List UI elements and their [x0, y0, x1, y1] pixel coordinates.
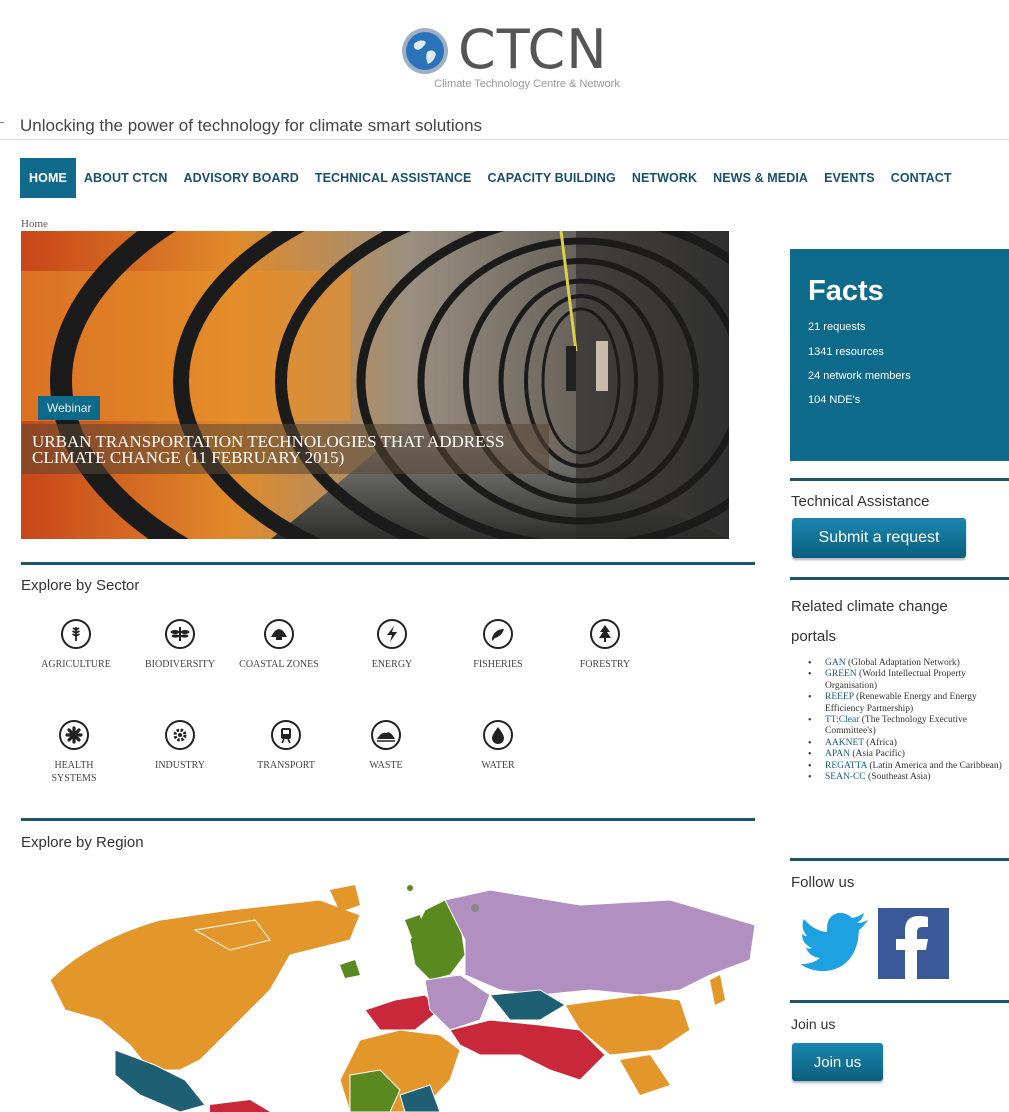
hero-title[interactable]: URBAN TRANSPORTATION TECHNOLOGIES THAT A… — [22, 424, 549, 474]
fact-requests: 21 requests — [808, 321, 866, 333]
portal-description: (Asia Pacific) — [850, 749, 905, 760]
submit-request-button[interactable]: Submit a request — [792, 518, 966, 558]
sector-agriculture[interactable]: AGRICULTURE — [36, 619, 116, 671]
facts-panel: Facts 21 requests 1341 resources 24 netw… — [790, 249, 1009, 461]
dragonfly-icon — [165, 619, 195, 649]
landfill-icon — [371, 720, 401, 750]
nav-home[interactable]: HOME — [20, 158, 76, 198]
nav-technical-assistance[interactable]: TECHNICAL ASSISTANCE — [307, 158, 480, 198]
section-divider — [21, 562, 755, 565]
portal-link[interactable]: REGATTA — [825, 761, 867, 771]
health-icon — [59, 720, 89, 750]
sector-health-systems[interactable]: HEALTH SYSTEMS — [34, 720, 114, 785]
logo-wordmark: CTCN — [458, 18, 608, 81]
sidebar-divider — [790, 478, 1009, 481]
portal-description: (Global Adaptation Network) — [845, 658, 960, 668]
hero-category-badge[interactable]: Webinar — [38, 396, 101, 420]
water-drop-icon — [483, 720, 513, 750]
lightning-icon — [377, 619, 407, 649]
list-item[interactable]: REGATTA (Latin America and the Caribbean… — [808, 760, 1009, 773]
twitter-icon[interactable] — [800, 908, 870, 978]
sector-forestry[interactable]: FORESTRY — [565, 619, 645, 671]
portal-link[interactable]: SEAN-CC — [825, 772, 866, 782]
nav-events[interactable]: EVENTS — [816, 158, 883, 198]
portal-link[interactable]: GREEN — [825, 669, 857, 679]
sector-label: ENERGY — [371, 659, 413, 670]
sector-energy[interactable]: ENERGY — [352, 619, 432, 671]
sidebar-divider — [790, 858, 1009, 861]
tagline: Unlocking the power of technology for cl… — [20, 116, 483, 135]
shell-icon — [264, 619, 294, 649]
list-item[interactable]: TT:Clear (The Technology Executive Commi… — [808, 715, 1009, 738]
logo-subtitle: Climate Technology Centre & Network — [434, 78, 620, 90]
portal-description: (Africa) — [863, 737, 897, 748]
list-item[interactable]: GREEN (World Intellectual Property Organ… — [808, 669, 1009, 692]
sidebar-divider — [790, 577, 1009, 580]
sector-label: FORESTRY — [579, 659, 631, 670]
sector-label: TRANSPORT — [257, 760, 315, 771]
section-divider — [21, 818, 755, 821]
sector-heading: Explore by Sector — [21, 577, 140, 594]
sector-fisheries[interactable]: FISHERIES — [458, 619, 538, 671]
facts-title: Facts — [808, 275, 884, 307]
fact-resources: 1341 resources — [808, 346, 884, 358]
fish-icon — [483, 619, 513, 649]
sector-label: FISHERIES — [473, 659, 523, 670]
sector-water[interactable]: WATER — [458, 720, 538, 772]
portal-link[interactable]: APAN — [825, 749, 850, 759]
gear-icon — [165, 720, 195, 750]
join-heading: Join us — [791, 1016, 836, 1032]
sector-label: WATER — [481, 760, 515, 771]
sector-label: INDUSTRY — [154, 760, 205, 771]
train-icon — [271, 720, 301, 750]
sector-label: AGRICULTURE — [41, 659, 111, 670]
portal-link[interactable]: AAKNET — [825, 738, 864, 748]
region-heading: Explore by Region — [21, 834, 144, 851]
sector-industry[interactable]: INDUSTRY — [140, 720, 220, 772]
nav-advisory-board[interactable]: ADVISORY BOARD — [176, 158, 307, 198]
follow-heading: Follow us — [791, 874, 855, 891]
nav-capacity-building[interactable]: CAPACITY BUILDING — [480, 158, 624, 198]
portals-heading: Related climate change portals — [791, 598, 948, 645]
globe-icon — [400, 26, 450, 76]
portal-link[interactable]: REEEP — [825, 692, 854, 702]
list-item[interactable]: AAKNET (Africa) — [808, 737, 1009, 750]
nav-contact[interactable]: CONTACT — [883, 158, 960, 198]
edge-mark — [0, 122, 4, 123]
portal-description: (Latin America and the Caribbean) — [867, 760, 1002, 771]
portals-list: GAN (Global Adaptation Network) GREEN (W… — [808, 658, 1009, 784]
portal-link[interactable]: TT:Clear — [825, 715, 859, 725]
hero-image[interactable] — [21, 231, 729, 539]
nav-news-media[interactable]: NEWS & MEDIA — [705, 158, 816, 198]
portal-link[interactable]: GAN — [825, 658, 846, 668]
sector-label: HEALTH SYSTEMS — [51, 760, 97, 784]
header-divider — [0, 139, 1009, 140]
list-item[interactable]: GAN (Global Adaptation Network) — [808, 658, 1009, 670]
join-us-button[interactable]: Join us — [792, 1043, 883, 1081]
fact-ndes: 104 NDE's — [808, 394, 861, 406]
main-nav: HOME ABOUT CTCN ADVISORY BOARD TECHNICAL… — [20, 158, 960, 198]
facebook-icon[interactable] — [878, 908, 949, 979]
sector-coastal-zones[interactable]: COASTAL ZONES — [239, 619, 319, 671]
fact-network-members: 24 network members — [808, 370, 911, 382]
region-world-map[interactable] — [20, 880, 765, 1112]
nav-about[interactable]: ABOUT CTCN — [76, 158, 176, 198]
wheat-icon — [61, 619, 91, 649]
breadcrumb[interactable]: Home — [21, 218, 48, 230]
ctcn-logo[interactable]: CTCN Climate Technology Centre & Network — [400, 18, 660, 94]
sector-biodiversity[interactable]: BIODIVERSITY — [140, 619, 220, 671]
sector-transport[interactable]: TRANSPORT — [246, 720, 326, 772]
sector-label: COASTAL ZONES — [239, 659, 319, 670]
sector-label: BIODIVERSITY — [145, 659, 215, 670]
tree-icon — [590, 619, 620, 649]
list-item[interactable]: REEEP (Renewable Energy and Energy Effic… — [808, 692, 1009, 715]
portal-description: (Southeast Asia) — [865, 772, 931, 783]
list-item[interactable]: APAN (Asia Pacific) — [808, 749, 1009, 761]
sector-label: WASTE — [369, 760, 403, 771]
list-item[interactable]: SEAN-CC (Southeast Asia) — [808, 772, 1009, 784]
sector-waste[interactable]: WASTE — [346, 720, 426, 772]
nav-network[interactable]: NETWORK — [624, 158, 705, 198]
sidebar-divider — [790, 1000, 1009, 1003]
technical-assistance-heading: Technical Assistance — [791, 493, 930, 510]
